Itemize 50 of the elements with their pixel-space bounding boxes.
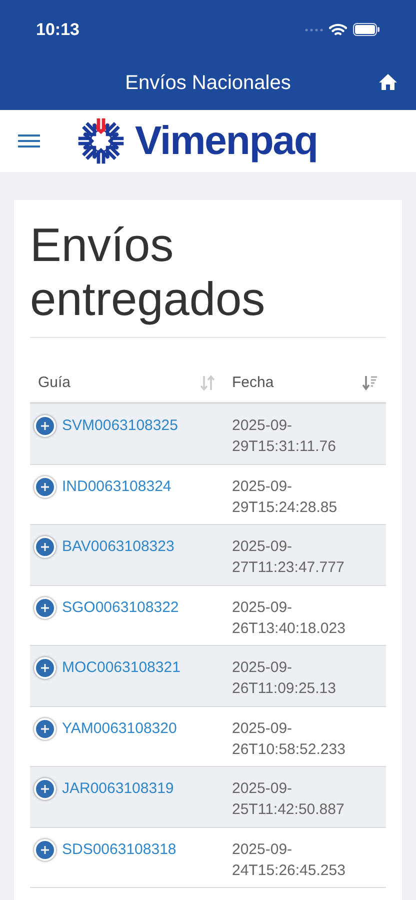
plus-icon [40, 663, 50, 674]
expand-button[interactable] [34, 657, 56, 680]
plus-icon [40, 602, 50, 613]
tracking-link[interactable]: SDS0063108318 [62, 838, 176, 862]
table-row[interactable]: IND0063108324 2025-09-29T15:24:28.85 [30, 464, 386, 526]
table-row[interactable]: SGO0063108322 2025-09-26T13:40:18.023 [30, 586, 386, 646]
expand-button[interactable] [34, 536, 56, 558]
expand-button[interactable] [34, 778, 56, 800]
plus-icon [40, 844, 50, 855]
plus-icon [40, 724, 50, 734]
plus-icon [40, 421, 50, 432]
column-header[interactable]: Guía [38, 372, 71, 394]
tracking-link[interactable]: SVM0063108325 [62, 415, 178, 438]
plus-icon [40, 542, 50, 552]
tracking-link[interactable]: MOC0063108321 [62, 657, 180, 680]
table-row[interactable]: SVM0063108325 2025-09-29T15:31:11.76 [30, 404, 386, 465]
status-time: 10:13 [36, 18, 80, 41]
date-cell-text: 2025-09-26T11:09:25.13 [231, 658, 337, 700]
plus-icon [40, 784, 50, 794]
date-cell-text: 2025-09-29T15:31:11.76 [231, 416, 337, 458]
date-cell-text: 2025-09-29T15:24:28.85 [231, 476, 338, 518]
date-cell-text: 2025-09-26T10:58:52.233 [231, 718, 346, 760]
date-cell-text: 2025-09-26T13:40:18.023 [231, 598, 346, 639]
date-cell-text: 2025-09-27T11:23:47.777 [231, 537, 346, 578]
tracking-link[interactable]: BAV0063108323 [62, 536, 174, 559]
expand-button[interactable] [34, 415, 56, 438]
table-row[interactable]: MOC0063108321 2025-09-26T11:09:25.13 [30, 646, 386, 707]
date-cell-text: 2025-09-25T11:42:50.887 [231, 779, 346, 820]
expand-button[interactable] [34, 476, 56, 498]
tracking-link[interactable]: SGO0063108322 [62, 596, 179, 620]
column-header[interactable]: Fecha [232, 372, 274, 394]
tracking-link[interactable]: IND0063108324 [62, 476, 172, 498]
sort-descending-icon[interactable] [362, 374, 378, 392]
plus-icon [40, 482, 50, 492]
page-title: Envíos entregados [30, 218, 386, 338]
wifi-icon [329, 22, 347, 36]
table-row[interactable]: SDS0063108318 2025-09-24T15:26:45.253 [30, 828, 386, 888]
table-row[interactable]: BAV0063108323 2025-09-27T11:23:47.777 [30, 525, 386, 586]
nav-title: Envíos Nacionales [125, 70, 291, 96]
expand-button[interactable] [34, 838, 56, 861]
tracking-link[interactable]: YAM0063108320 [62, 718, 177, 740]
table-row[interactable]: JAR0063108319 2025-09-25T11:42:50.887 [30, 767, 386, 828]
expand-button[interactable] [34, 718, 56, 740]
table-row[interactable]: YAM0063108320 2025-09-26T10:58:52.233 [30, 706, 386, 768]
expand-button[interactable] [34, 596, 56, 619]
tracking-link[interactable]: JAR0063108319 [62, 778, 174, 801]
date-cell-text: 2025-09-24T15:26:45.253 [231, 840, 346, 881]
signal-icon [305, 28, 323, 32]
logo-text: Vimenpaq [135, 121, 318, 161]
battery-icon [353, 23, 380, 36]
